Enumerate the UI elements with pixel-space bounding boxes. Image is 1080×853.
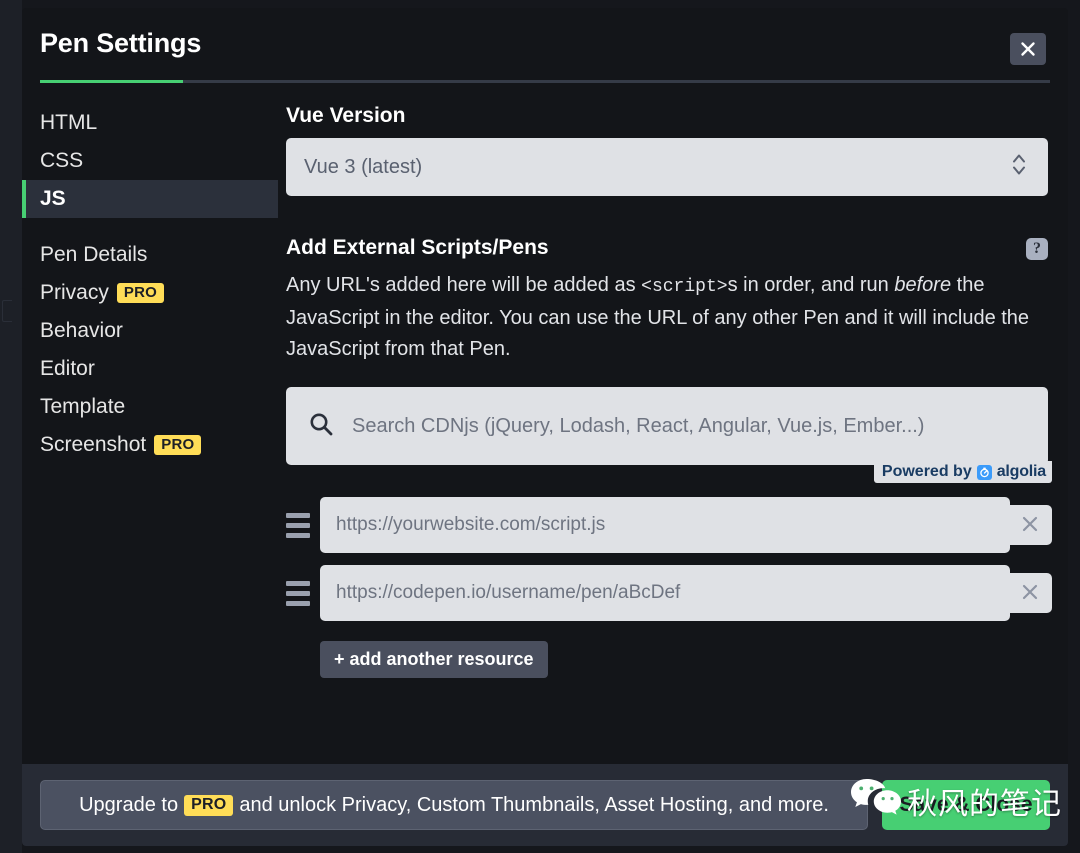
vue-version-select[interactable]: Vue 3 (latest) xyxy=(286,138,1048,196)
sidebar-item-screenshot[interactable]: Screenshot PRO xyxy=(22,426,278,464)
close-icon xyxy=(1021,515,1039,536)
modal-header: Pen Settings xyxy=(22,8,1068,86)
sidebar-item-template[interactable]: Template xyxy=(22,388,278,426)
resource-row: https://yourwebsite.com/script.js xyxy=(286,497,1052,553)
title-divider-accent xyxy=(40,80,183,83)
settings-main-panel: Vue Version Vue 3 (latest) Add External … xyxy=(286,104,1052,678)
cdn-search-placeholder: Search CDNjs (jQuery, Lodash, React, Ang… xyxy=(352,414,925,437)
external-scripts-section: Add External Scripts/Pens ? Any URL's ad… xyxy=(286,236,1052,678)
remove-resource-button[interactable] xyxy=(1008,505,1052,545)
pro-badge: PRO xyxy=(116,283,164,303)
title-divider xyxy=(40,80,1050,83)
sidebar-item-js[interactable]: JS xyxy=(22,180,278,218)
external-scripts-label: Add External Scripts/Pens xyxy=(286,236,549,259)
upgrade-banner[interactable]: Upgrade to PRO and unlock Privacy, Custo… xyxy=(40,780,868,830)
sidebar-item-label: Pen Details xyxy=(40,243,148,266)
close-icon xyxy=(1020,41,1036,57)
close-button[interactable] xyxy=(1010,33,1046,65)
pen-settings-modal: Pen Settings HTML CSS JS Pen Details Pri… xyxy=(22,8,1068,846)
vue-version-label: Vue Version xyxy=(286,104,406,127)
add-resource-button[interactable]: + add another resource xyxy=(320,641,548,678)
vue-version-value: Vue 3 (latest) xyxy=(304,155,423,178)
search-icon xyxy=(308,411,334,442)
pro-badge: PRO xyxy=(184,794,234,816)
modal-footer: Upgrade to PRO and unlock Privacy, Custo… xyxy=(22,764,1068,846)
page-title: Pen Settings xyxy=(40,28,202,58)
sidebar-item-label: CSS xyxy=(40,149,84,172)
upgrade-prefix-label: Upgrade to xyxy=(79,793,179,816)
chevron-up-down-icon xyxy=(1010,151,1028,184)
upgrade-suffix-label: and unlock Privacy, Custom Thumbnails, A… xyxy=(239,793,829,816)
cdn-search-input[interactable]: Search CDNjs (jQuery, Lodash, React, Ang… xyxy=(286,387,1048,465)
desc-code: <script> xyxy=(641,277,728,297)
sidebar-item-label: Privacy xyxy=(40,281,109,304)
cdn-search-wrapper: Search CDNjs (jQuery, Lodash, React, Ang… xyxy=(286,387,1052,483)
sidebar-separator xyxy=(22,218,278,236)
resource-list: https://yourwebsite.com/script.js https:… xyxy=(286,497,1052,678)
sidebar-item-pen-details[interactable]: Pen Details xyxy=(22,236,278,274)
left-edge-strip xyxy=(0,0,22,853)
remove-resource-button[interactable] xyxy=(1008,573,1052,613)
sidebar-item-privacy[interactable]: Privacy PRO xyxy=(22,274,278,312)
settings-sidebar: HTML CSS JS Pen Details Privacy PRO Beha… xyxy=(22,104,278,464)
sidebar-item-css[interactable]: CSS xyxy=(22,142,278,180)
desc-part-1: Any URL's added here will be added as xyxy=(286,274,642,296)
close-icon xyxy=(1021,583,1039,604)
collapsed-panel-hint xyxy=(2,300,12,322)
sidebar-item-html[interactable]: HTML xyxy=(22,104,278,142)
desc-emphasis: before xyxy=(894,274,952,296)
sidebar-item-label: HTML xyxy=(40,111,98,134)
external-scripts-description: Any URL's added here will be added as <s… xyxy=(286,270,1048,365)
sidebar-item-label: Behavior xyxy=(40,319,123,342)
sidebar-item-label: Editor xyxy=(40,357,95,380)
sidebar-item-label: Template xyxy=(40,395,126,418)
drag-handle-icon[interactable] xyxy=(286,580,320,606)
pro-badge: PRO xyxy=(154,435,202,455)
desc-part-2: s in order, and run xyxy=(727,274,895,296)
algolia-attribution[interactable]: Powered by algolia xyxy=(873,461,1052,483)
drag-handle-icon[interactable] xyxy=(286,512,320,538)
question-mark-icon[interactable]: ? xyxy=(1026,238,1048,260)
algolia-wordmark: algolia xyxy=(996,463,1046,480)
resource-row: https://codepen.io/username/pen/aBcDef xyxy=(286,565,1052,621)
algolia-powered-by-label: Powered by xyxy=(881,463,972,480)
sidebar-item-editor[interactable]: Editor xyxy=(22,350,278,388)
algolia-logo-icon xyxy=(976,464,992,480)
sidebar-item-behavior[interactable]: Behavior xyxy=(22,312,278,350)
resource-url-input[interactable]: https://yourwebsite.com/script.js xyxy=(320,497,1010,553)
sidebar-item-label: Screenshot xyxy=(40,433,147,456)
sidebar-item-label: JS xyxy=(40,187,66,210)
save-and-close-button[interactable]: Save & Close xyxy=(882,780,1050,830)
resource-url-input[interactable]: https://codepen.io/username/pen/aBcDef xyxy=(320,565,1010,621)
